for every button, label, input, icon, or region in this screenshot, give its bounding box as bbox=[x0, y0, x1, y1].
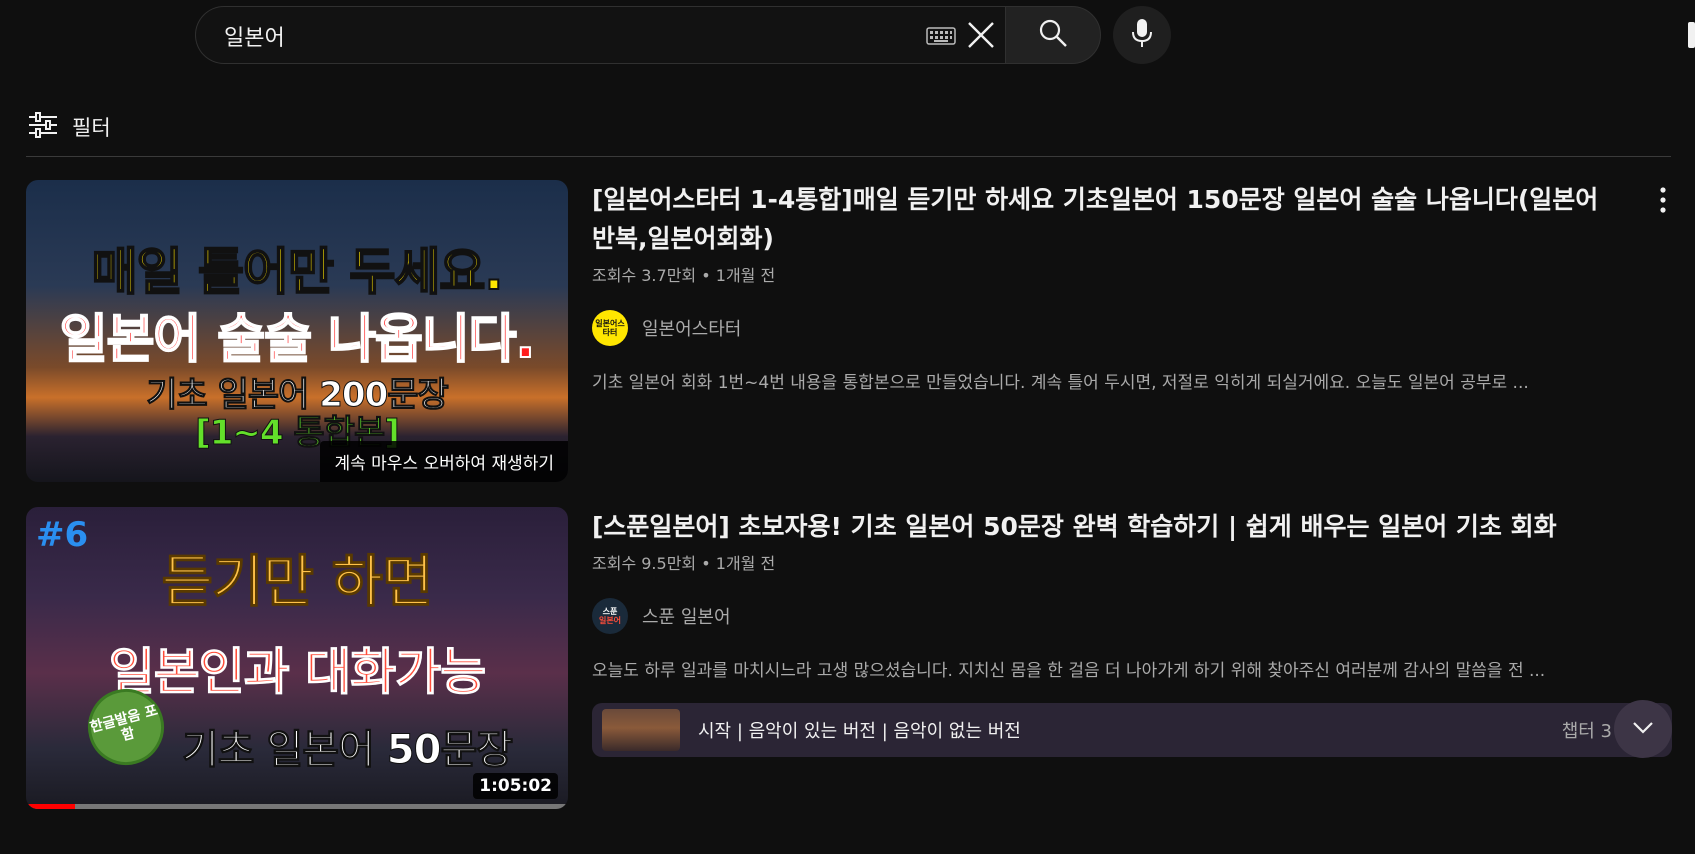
meta-separator: • bbox=[701, 554, 716, 573]
watch-progress-fill bbox=[26, 804, 75, 809]
filter-sliders-icon bbox=[28, 112, 58, 142]
expand-chapters-button[interactable] bbox=[1614, 700, 1672, 758]
channel-link[interactable]: 일본어스타터 일본어스타터 bbox=[592, 310, 1672, 346]
voice-search-button[interactable] bbox=[1113, 6, 1171, 64]
video-info: [스푼일본어] 초보자용! 기초 일본어 50문장 완벽 학습하기 | 쉽게 배… bbox=[592, 507, 1672, 758]
video-meta: 조회수 9.5만회 • 1개월 전 bbox=[592, 550, 1672, 574]
channel-link[interactable]: 스푼 일본어 스푼 일본어 bbox=[592, 598, 1672, 634]
chapters-panel[interactable]: 시작 | 음악이 있는 버전 | 음악이 없는 버전 챕터 3 bbox=[592, 700, 1672, 758]
chapter-thumbnail[interactable] bbox=[602, 709, 680, 751]
thumbnail-text: 매일 틀어만 두세요. bbox=[91, 242, 505, 302]
thumbnail-text: 듣기만 하면 bbox=[161, 550, 434, 616]
avatar-text: 일본어스타터 bbox=[595, 319, 625, 337]
divider bbox=[26, 156, 1671, 157]
search-icon bbox=[1038, 18, 1068, 52]
meta-separator: • bbox=[701, 266, 716, 285]
channel-avatar[interactable]: 스푼 일본어 bbox=[592, 598, 628, 634]
upload-age: 1개월 전 bbox=[715, 266, 776, 285]
video-title[interactable]: [일본어스타터 1-4통합]매일 듣기만 하세요 기초일본어 150문장 일본어… bbox=[592, 180, 1602, 258]
avatar-text: 스푼 bbox=[602, 607, 618, 616]
search-input[interactable] bbox=[222, 7, 926, 65]
chapter-count: 챕터 3 bbox=[1561, 721, 1612, 742]
search-box[interactable] bbox=[195, 6, 1005, 65]
watch-progress-bar bbox=[26, 804, 568, 809]
keyboard-icon[interactable] bbox=[926, 27, 956, 49]
channel-name[interactable]: 일본어스타터 bbox=[642, 315, 741, 341]
video-thumbnail[interactable]: 매일 틀어만 두세요. 일본어 술술 나옵니다. 기초 일본어 200문장 [1… bbox=[26, 180, 568, 482]
more-options-icon[interactable] bbox=[1659, 186, 1667, 218]
profile-edge[interactable] bbox=[1688, 22, 1695, 48]
channel-name[interactable]: 스푼 일본어 bbox=[642, 603, 731, 629]
thumbnail-text: 일본어 술술 나옵니다. bbox=[59, 309, 537, 371]
search-button[interactable] bbox=[1005, 6, 1101, 64]
video-title[interactable]: [스푼일본어] 초보자용! 기초 일본어 50문장 완벽 학습하기 | 쉽게 배… bbox=[592, 507, 1602, 546]
avatar-text: 일본어 bbox=[598, 616, 622, 625]
hover-play-hint: 계속 마우스 오버하여 재생하기 bbox=[320, 441, 568, 482]
chevron-down-icon bbox=[1632, 720, 1654, 739]
upload-age: 1개월 전 bbox=[715, 554, 776, 573]
view-count: 조회수 3.7만회 bbox=[592, 266, 697, 285]
video-info: [일본어스타터 1-4통합]매일 듣기만 하세요 기초일본어 150문장 일본어… bbox=[592, 180, 1672, 393]
thumbnail-text: 기초 일본어 50문장 bbox=[181, 727, 513, 774]
video-duration: 1:05:02 bbox=[473, 773, 558, 799]
channel-avatar[interactable]: 일본어스타터 bbox=[592, 310, 628, 346]
microphone-icon bbox=[1131, 18, 1153, 52]
video-description: 기초 일본어 회화 1번~4번 내용을 통합본으로 만들었습니다. 계속 틀어 … bbox=[592, 373, 1529, 393]
video-meta: 조회수 3.7만회 • 1개월 전 bbox=[592, 262, 1672, 286]
filter-label: 필터 bbox=[72, 116, 111, 140]
video-thumbnail[interactable]: #6 듣기만 하면 일본인과 대화가능 한글발음 포함 기초 일본어 50문장 … bbox=[26, 507, 568, 809]
view-count: 조회수 9.5만회 bbox=[592, 554, 697, 573]
filter-button[interactable]: 필터 bbox=[28, 112, 111, 142]
chapter-titles: 시작 | 음악이 있는 버전 | 음악이 없는 버전 bbox=[698, 721, 1021, 742]
clear-search-icon[interactable] bbox=[966, 20, 996, 54]
video-description: 오늘도 하루 일과를 마치시느라 고생 많으셨습니다. 지치신 몸을 한 걸음 … bbox=[592, 661, 1546, 681]
